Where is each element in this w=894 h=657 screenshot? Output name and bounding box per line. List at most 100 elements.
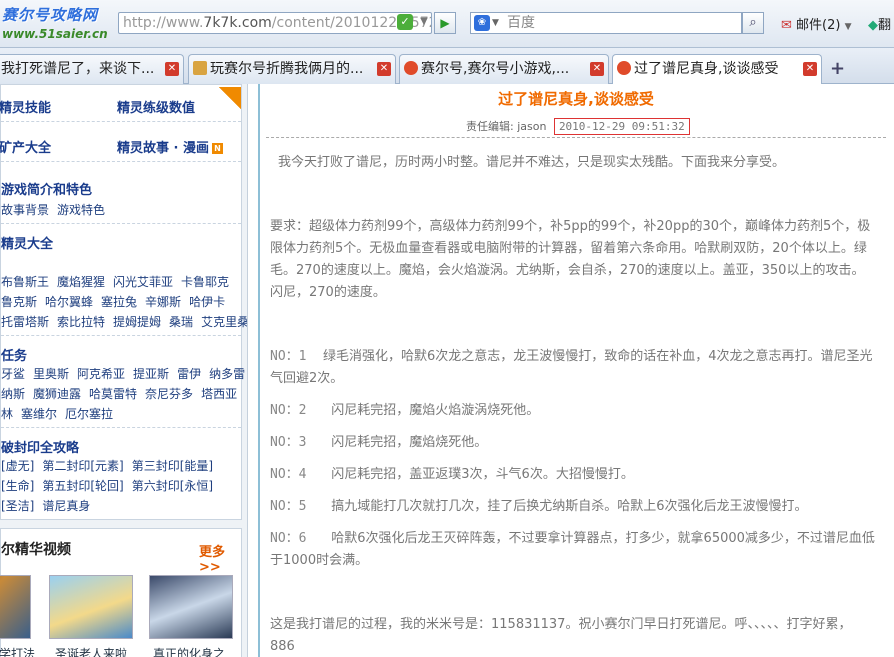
extra-toolbar-button[interactable]: ◆翻 [868, 14, 891, 33]
more-videos-link[interactable]: 更多>> [199, 541, 241, 575]
new-icon: N [212, 143, 223, 154]
task-link[interactable]: 雷伊 [177, 367, 201, 381]
step-text: 搞九域能打几次就打几次，挂了后换尤纳斯自杀。哈默上6次强化后龙王波慢慢打。 [331, 499, 808, 514]
task-link[interactable]: 阿克希亚 [77, 367, 125, 381]
link-game-features[interactable]: 游戏特色 [57, 203, 105, 217]
browser-toolbar: 赛尔号攻略网 www.51saier.cn http://www.7k7k.co… [0, 0, 894, 48]
sidebar-link-story[interactable]: 精灵故事 · 漫画 N [117, 137, 223, 156]
sidebar: 精灵技能 精灵练级数值 矿产大全 精灵故事 · 漫画 N 游戏简介和特色 故事背景… [0, 84, 248, 657]
spirit-link[interactable]: 哈尔翼蜂 [45, 295, 93, 309]
spirit-link[interactable]: 鲁克斯 [1, 295, 37, 309]
spirit-link[interactable]: 艾克里桑 [201, 315, 247, 329]
seal-link[interactable]: 第二封印[元素] [42, 459, 123, 473]
spirit-link[interactable]: 布鲁斯王 [1, 275, 49, 289]
spirit-link[interactable]: 提姆提姆 [113, 315, 161, 329]
tab-4-active[interactable]: 过了谱尼真身,谈谈感受 ✕ [612, 54, 822, 85]
security-icon[interactable]: ✓ [397, 14, 413, 30]
logo-title: 赛尔号攻略网 [2, 6, 99, 24]
video-caption-1[interactable]: 学打法 [0, 645, 35, 657]
task-link[interactable]: 奈尼芬多 [145, 387, 193, 401]
sidebar-link-minerals[interactable]: 矿产大全 [0, 137, 51, 156]
mail-button[interactable]: ✉ 邮件(2) ▼ [781, 14, 852, 33]
step-1: NO：1 绿毛消强化，哈默6次龙之意志，龙王波慢慢打，致命的话在补血，4次龙之意… [270, 346, 876, 390]
corner-ribbon [219, 87, 241, 109]
spirit-row-3: 托雷塔斯 索比拉特 提姆提姆 桑瑞 艾克里桑 [1, 313, 247, 330]
task-link[interactable]: 塔西亚 [201, 387, 237, 401]
spirit-link[interactable]: 托雷塔斯 [1, 315, 49, 329]
task-link[interactable]: 魔狮迪露 [33, 387, 81, 401]
close-icon[interactable]: ✕ [377, 62, 391, 76]
new-tab-button[interactable]: + [830, 58, 845, 79]
close-icon[interactable]: ✕ [165, 62, 179, 76]
step-number: NO：6 [270, 531, 307, 546]
spirit-link[interactable]: 哈伊卡 [189, 295, 225, 309]
close-icon[interactable]: ✕ [803, 62, 817, 76]
step-4: NO：4 闪尼耗完招，盖亚返璞3次，斗气6次。大招慢慢打。 [270, 464, 876, 486]
video-caption-3[interactable]: 真正的化身之 [153, 645, 225, 657]
task-link[interactable]: 里奥斯 [33, 367, 69, 381]
close-icon[interactable]: ✕ [590, 62, 604, 76]
seal-link[interactable]: 第五封印[轮回] [42, 479, 123, 493]
task-row-2: 纳斯 魔狮迪露 哈莫雷特 奈尼芬多 塔西亚 [1, 385, 245, 402]
step-number: NO：4 [270, 467, 307, 482]
tab-label: 赛尔号,赛尔号小游戏,... [421, 61, 570, 77]
seer-icon [404, 61, 418, 75]
task-link[interactable]: 哈莫雷特 [89, 387, 137, 401]
spirit-row-2: 鲁克斯 哈尔翼蜂 塞拉兔 辛娜斯 哈伊卡 [1, 293, 233, 310]
spirit-link[interactable]: 索比拉特 [57, 315, 105, 329]
task-link[interactable]: 提亚斯 [133, 367, 169, 381]
seal-link[interactable]: 谱尼真身 [42, 499, 90, 513]
intro-links: 故事背景 游戏特色 [1, 201, 113, 218]
link-story-background[interactable]: 故事背景 [1, 203, 49, 217]
seal-row-2: [生命] 第五封印[轮回] 第六封印[永恒] [1, 477, 221, 494]
section-title-spirits: 精灵大全 [1, 237, 54, 252]
step-text: 闪尼耗完招，魔焰烧死他。 [331, 435, 488, 450]
address-dropdown-icon[interactable]: ▼ [417, 14, 431, 30]
spirit-link[interactable]: 辛娜斯 [145, 295, 181, 309]
seal-row-1: [虚无] 第二封印[元素] 第三封印[能量] [1, 457, 221, 474]
tab-1[interactable]: 我打死谱尼了，来谈下... ✕ [0, 54, 184, 84]
address-bar[interactable]: http://www.7k7k.com/content/20101229/572… [118, 12, 432, 34]
tab-2[interactable]: 玩赛尔号折腾我俩月的... ✕ [188, 54, 396, 84]
seal-link[interactable]: [圣洁] [1, 499, 34, 513]
video-caption-2[interactable]: 圣诞老人来啦 [55, 645, 127, 657]
tab-3[interactable]: 赛尔号,赛尔号小游戏,... ✕ [399, 54, 609, 84]
sidebar-link-level[interactable]: 精灵练级数值 [117, 97, 195, 116]
seal-link[interactable]: 第三封印[能量] [132, 459, 213, 473]
step-5: NO：5 搞九域能打几次就打几次，挂了后换尤纳斯自杀。哈默上6次强化后龙王波慢慢… [270, 496, 876, 518]
site-logo: 赛尔号攻略网 www.51saier.cn [2, 4, 130, 44]
video-thumbnail-2[interactable] [49, 575, 133, 639]
seal-link[interactable]: 第六封印[永恒] [132, 479, 213, 493]
step-number: NO：3 [270, 435, 307, 450]
video-thumbnail-3[interactable] [149, 575, 233, 639]
baidu-paw-icon[interactable]: ❀ [474, 15, 490, 31]
spirit-link[interactable]: 桑瑞 [169, 315, 193, 329]
task-row-3: 林塞维尔 厄尔塞拉 [1, 405, 121, 422]
task-link[interactable]: 纳斯 [1, 387, 25, 401]
step-2: NO：2 闪尼耗完招，魔焰火焰漩涡烧死他。 [270, 400, 876, 422]
spirit-link[interactable]: 塞拉兔 [101, 295, 137, 309]
step-text: 绿毛消强化，哈默6次龙之意志，龙王波慢慢打，致命的话在补血，4次龙之意志再打。谱… [270, 349, 873, 386]
divider [1, 223, 241, 224]
spirit-link[interactable]: 闪光艾菲亚 [113, 275, 173, 289]
task-link[interactable]: 纳多雷 [209, 367, 245, 381]
mail-label: 邮件(2) [796, 18, 841, 33]
divider [266, 137, 886, 138]
task-link[interactable]: 牙鲨 [1, 367, 25, 381]
task-link[interactable]: 厄尔塞拉 [65, 407, 113, 421]
seal-link[interactable]: [虚无] [1, 459, 34, 473]
publish-date: 2010-12-29 09:51:32 [553, 118, 690, 135]
task-link[interactable]: 林 [1, 407, 13, 421]
spirit-link[interactable]: 魔焰猩猩 [57, 275, 105, 289]
seal-link[interactable]: [生命] [1, 479, 34, 493]
section-title-tasks: 任务 [1, 349, 28, 364]
spirit-link[interactable]: 卡鲁耶克 [181, 275, 229, 289]
search-input[interactable]: 百度 [470, 12, 742, 34]
step-number: NO：5 [270, 499, 307, 514]
sidebar-link-skills[interactable]: 精灵技能 [0, 97, 51, 116]
go-button[interactable]: ▶ [434, 12, 456, 34]
search-button[interactable]: ⌕ [742, 12, 764, 34]
task-link[interactable]: 塞维尔 [21, 407, 57, 421]
video-thumbnail-1[interactable] [0, 575, 31, 639]
search-engine-dropdown-icon[interactable]: ▼ [492, 15, 499, 31]
